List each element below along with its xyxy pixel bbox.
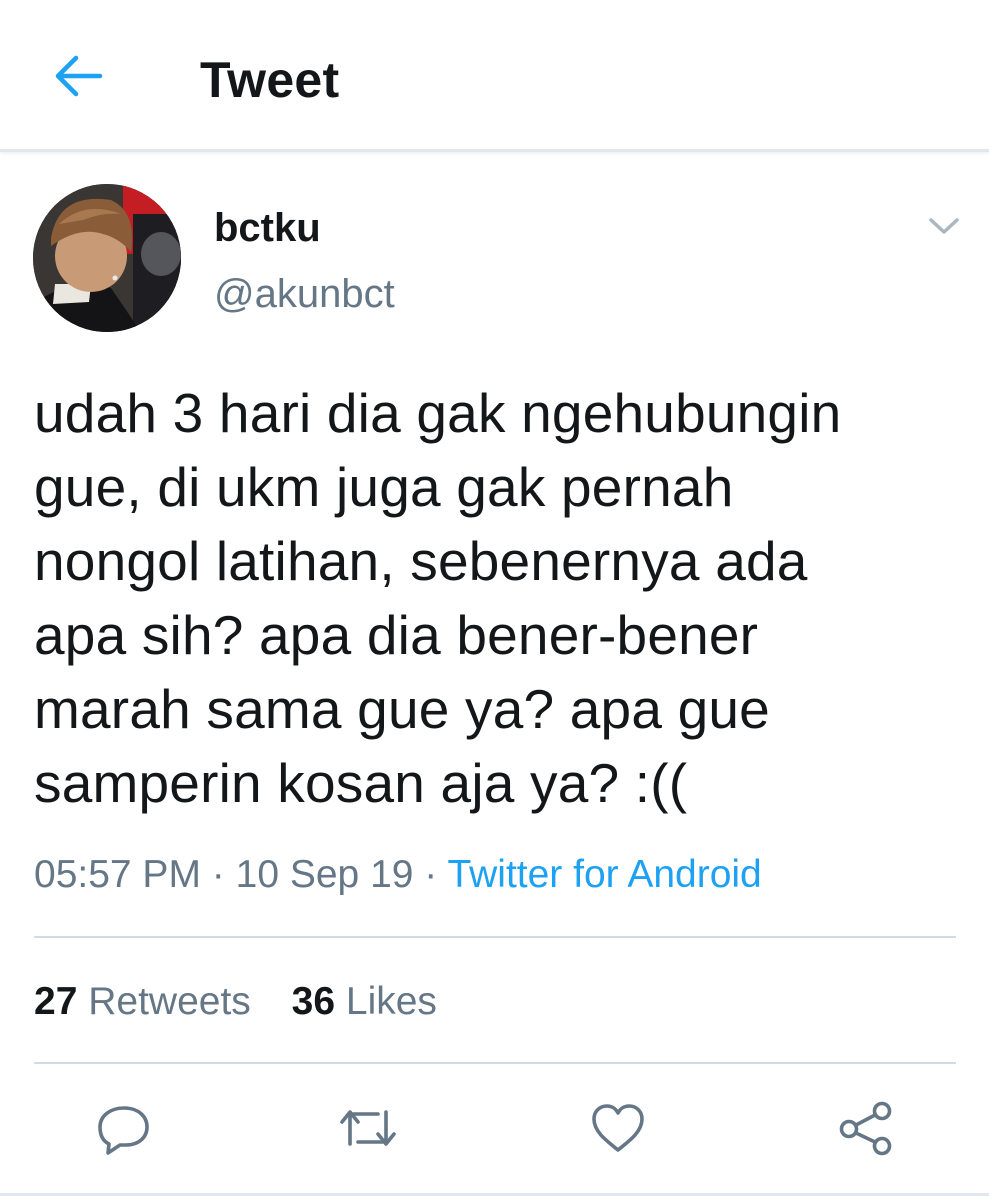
arrow-left-icon [55,55,103,97]
retweet-button[interactable] [336,1096,400,1160]
avatar[interactable] [33,184,181,332]
heart-icon [592,1104,644,1152]
back-button[interactable] [40,44,116,108]
retweets-count: 27 [34,980,78,1023]
chevron-down-icon [929,218,959,234]
likes-label: Likes [345,980,437,1023]
tweet-detail-screen: Tweet bctku @akunbct udah 3 hari dia gak… [0,0,989,1200]
reply-icon [98,1106,149,1155]
reply-button[interactable] [92,1096,156,1160]
author-display-name[interactable]: bctku [214,204,321,252]
tweet-options-button[interactable] [918,204,970,248]
tweet-time: 05:57 PM [34,853,201,896]
divider [34,1062,956,1064]
retweets-stat[interactable]: 27 Retweets [34,978,251,1026]
tweet-date: 10 Sep 19 [235,853,414,896]
like-button[interactable] [586,1096,650,1160]
tweet-metadata: 05:57 PM · 10 Sep 19 · Twitter for Andro… [34,850,762,900]
share-button[interactable] [834,1096,898,1160]
tweet-source-link[interactable]: Twitter for Android [447,853,761,896]
tweet-action-bar [0,1096,989,1160]
divider [34,936,956,938]
share-icon [839,1101,892,1156]
retweet-icon [340,1110,396,1146]
top-app-bar: Tweet [0,0,989,152]
meta-separator: · [211,853,225,896]
retweets-label: Retweets [88,980,251,1023]
page-title: Tweet [200,52,340,108]
bottom-divider [0,1193,989,1196]
author-handle[interactable]: @akunbct [214,270,395,318]
tweet-stats: 27 Retweets 36 Likes [34,978,467,1026]
tweet-text: udah 3 hari dia gak ngehubungin gue, di … [34,382,842,814]
likes-stat[interactable]: 36 Likes [292,978,437,1026]
profile-photo [33,184,181,332]
meta-separator: · [424,853,438,896]
likes-count: 36 [291,980,336,1023]
